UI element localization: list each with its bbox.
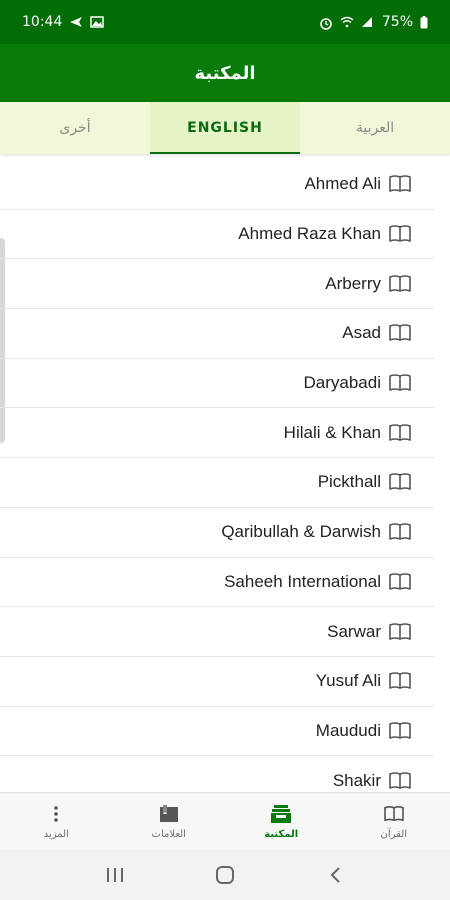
nav-label-library: المكتبة <box>264 828 299 840</box>
nav-item-quran[interactable]: القرآن <box>338 793 450 850</box>
list-item[interactable]: Asad <box>0 309 434 359</box>
list-item[interactable]: Ahmed Ali <box>0 160 434 210</box>
list-item[interactable]: Saheeh International <box>0 558 434 608</box>
book-icon <box>388 671 412 691</box>
list-item-label: Saheeh International <box>224 571 381 591</box>
translation-list: Ahmed Ali Ahmed Raza Khan Arberry Asad D… <box>0 160 450 792</box>
tab-other[interactable]: أخرى <box>0 102 150 154</box>
status-time: 10:44 <box>22 14 63 30</box>
list-item-label: Ahmed Raza Khan <box>238 224 381 244</box>
image-icon <box>90 16 105 28</box>
page-title: المكتبة <box>194 62 256 84</box>
list-item-label: Ahmed Ali <box>304 174 381 194</box>
more-vert-icon <box>45 804 67 824</box>
nav-item-library[interactable]: المكتبة <box>225 793 338 850</box>
list-item[interactable]: Arberry <box>0 259 434 310</box>
app-bar: المكتبة <box>0 44 450 102</box>
book-icon <box>388 224 412 244</box>
book-icon <box>388 572 412 592</box>
list-item[interactable]: Maududi <box>0 707 434 757</box>
status-bar: 10:44 75% <box>0 0 450 44</box>
book-icon <box>388 323 412 343</box>
nav-label-bookmarks: العلامات <box>151 828 186 840</box>
list-item[interactable]: Daryabadi <box>0 359 434 409</box>
book-icon <box>388 423 412 443</box>
tab-arabic[interactable]: العربية <box>300 102 450 154</box>
battery-icon <box>420 16 428 29</box>
signal-icon <box>361 16 375 28</box>
book-icon <box>383 804 405 824</box>
list-item-label: Pickthall <box>317 472 381 492</box>
book-icon <box>388 373 412 393</box>
status-right: 75% <box>319 14 428 30</box>
list-item-label: Sarwar <box>327 621 381 641</box>
list-item[interactable]: Shakir <box>0 756 434 792</box>
status-left: 10:44 <box>22 14 105 30</box>
bookmarks-icon <box>158 804 180 824</box>
list-item-label: Hilali & Khan <box>283 422 381 442</box>
book-icon <box>388 174 412 194</box>
system-nav-bar <box>0 850 450 900</box>
home-icon <box>216 866 234 884</box>
recent-apps-button[interactable] <box>95 860 135 890</box>
back-icon <box>330 867 340 883</box>
list-item-label: Yusuf Ali <box>315 671 381 691</box>
list-item-label: Asad <box>342 323 381 343</box>
tab-english[interactable]: ENGLISH <box>150 102 300 154</box>
list-item-label: Daryabadi <box>303 373 382 393</box>
list-item-label: Shakir <box>332 770 381 790</box>
recent-apps-icon <box>107 868 123 882</box>
library-icon <box>270 804 292 824</box>
list-item[interactable]: Hilali & Khan <box>0 408 434 459</box>
nav-item-more[interactable]: المزيد <box>0 793 113 850</box>
book-icon <box>388 274 412 294</box>
bottom-nav: المزيد العلامات المكتبة القرآن <box>0 792 450 850</box>
nav-label-more: المزيد <box>43 828 69 840</box>
book-icon <box>388 771 412 791</box>
back-button[interactable] <box>315 860 355 890</box>
tab-bar: أخرى ENGLISH العربية <box>0 102 450 154</box>
home-button[interactable] <box>205 860 245 890</box>
book-icon <box>388 472 412 492</box>
navigation-icon <box>69 16 83 28</box>
battery-percent: 75% <box>381 14 413 30</box>
list-item-label: Arberry <box>325 273 381 293</box>
list-item[interactable]: Qaribullah & Darwish <box>0 508 434 558</box>
list-item[interactable]: Pickthall <box>0 458 434 508</box>
list-item[interactable]: Ahmed Raza Khan <box>0 210 434 260</box>
list-item[interactable]: Yusuf Ali <box>0 657 434 707</box>
list-item-label: Maududi <box>315 720 381 740</box>
book-icon <box>388 522 412 542</box>
alarm-icon <box>319 16 333 30</box>
book-icon <box>388 721 412 741</box>
book-icon <box>388 622 412 642</box>
list-item[interactable]: Sarwar <box>0 607 434 657</box>
nav-label-quran: القرآن <box>380 828 408 840</box>
list-item-label: Qaribullah & Darwish <box>221 522 381 542</box>
nav-item-bookmarks[interactable]: العلامات <box>113 793 226 850</box>
wifi-icon <box>340 16 354 28</box>
